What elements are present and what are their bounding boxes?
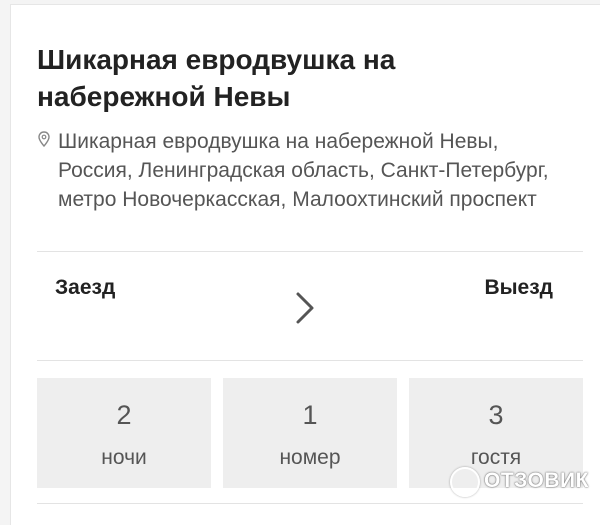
- rooms-counter[interactable]: 1 номер: [223, 378, 397, 488]
- listing-title: Шикарная евродвушка на набережной Невы: [37, 44, 396, 112]
- date-range[interactable]: Заезд Выезд: [37, 252, 583, 360]
- otzovik-watermark: ОТЗОВИК: [450, 463, 600, 499]
- divider: [37, 503, 583, 504]
- checkout-label: Выезд: [484, 276, 553, 299]
- chevron-right-icon[interactable]: [292, 288, 318, 328]
- guests-value: 3: [488, 400, 504, 430]
- watermark-logo-icon: [450, 467, 480, 497]
- nights-value: 2: [116, 400, 132, 430]
- nights-counter[interactable]: 2 ночи: [37, 378, 211, 488]
- rooms-value: 1: [302, 400, 318, 430]
- rooms-label: номер: [279, 446, 341, 469]
- checkin-label: Заезд: [55, 276, 116, 299]
- address-text: Шикарная евродвушка на набережной Невы, …: [58, 130, 549, 211]
- booking-card: Шикарная евродвушка на набережной Невы Ш…: [10, 4, 600, 525]
- divider: [37, 360, 583, 361]
- nights-label: ночи: [101, 446, 147, 469]
- map-pin-icon: [38, 131, 50, 147]
- watermark-text: ОТЗОВИК: [484, 469, 589, 492]
